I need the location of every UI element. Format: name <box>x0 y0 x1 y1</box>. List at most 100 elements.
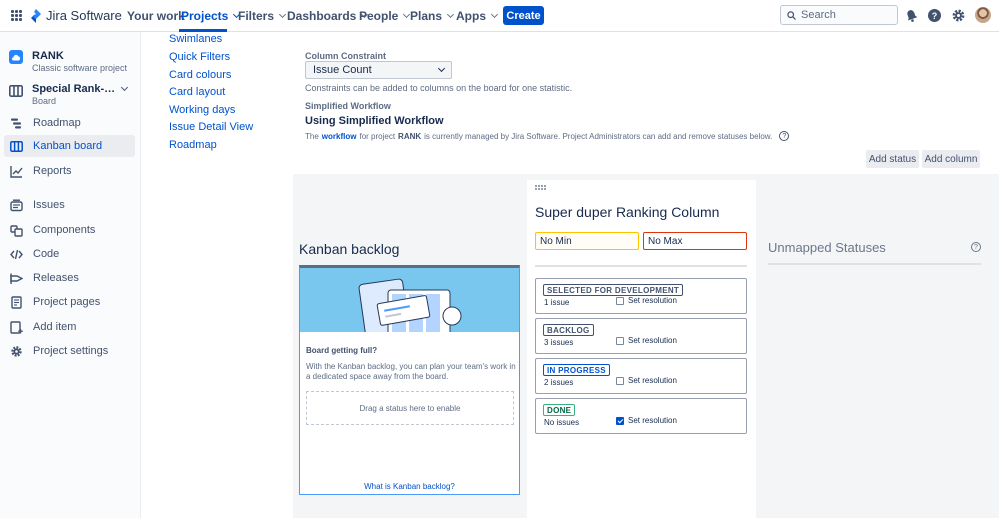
sidebar-item-components[interactable]: Components <box>4 219 135 241</box>
project-sidebar: RANK Classic software project Special Ra… <box>0 32 141 518</box>
sidebar-item-label: Reports <box>33 165 72 177</box>
sidebar-item-roadmap[interactable]: Roadmap <box>4 112 135 134</box>
sidebar-item-label: Code <box>33 248 60 260</box>
active-nav-indicator <box>179 29 227 32</box>
status-lozenge: IN PROGRESS <box>543 364 610 376</box>
backlog-drop-zone[interactable]: Drag a status here to enable <box>306 391 514 425</box>
top-navigation: Jira Software Your work Projects Filters… <box>0 0 999 32</box>
sidebar-item-project-settings[interactable]: Project settings <box>4 340 135 362</box>
issue-count: 2 issues <box>544 378 574 387</box>
project-header[interactable]: RANK Classic software project <box>9 50 127 73</box>
checkbox-icon <box>616 376 624 385</box>
pages-icon <box>11 295 22 309</box>
settings-link-issue-detail-view[interactable]: Issue Detail View <box>169 121 253 133</box>
sidebar-item-issues[interactable]: Issues <box>4 194 135 216</box>
workflow-description: The workflow for project RANK is current… <box>305 131 790 141</box>
workflow-link[interactable]: workflow <box>322 132 357 141</box>
notifications-icon[interactable] <box>904 8 919 23</box>
backlog-heading: Board getting full? <box>306 346 378 355</box>
roadmap-icon <box>11 118 21 128</box>
settings-link-card-layout[interactable]: Card layout <box>169 86 225 98</box>
settings-icon[interactable] <box>951 8 966 23</box>
settings-link-card-colours[interactable]: Card colours <box>169 69 231 81</box>
set-resolution-checkbox[interactable]: Set resolution <box>616 336 677 345</box>
drag-handle-icon[interactable] <box>535 185 546 190</box>
column-max-input[interactable]: No Max <box>643 232 747 250</box>
product-name: Jira Software <box>46 8 122 23</box>
status-card-selected-for-development[interactable]: SELECTED FOR DEVELOPMENT 1 issue Set res… <box>535 278 747 314</box>
status-card-in-progress[interactable]: IN PROGRESS 2 issues Set resolution <box>535 358 747 394</box>
settings-link-swimlanes[interactable]: Swimlanes <box>169 33 222 45</box>
sidebar-item-label: Add item <box>33 321 77 333</box>
chevron-down-icon <box>120 83 129 92</box>
sidebar-item-label: Components <box>33 224 96 236</box>
search-box[interactable] <box>780 5 898 25</box>
add-column-button[interactable]: Add column <box>922 150 980 168</box>
backlog-text: With the Kanban backlog, you can plan yo… <box>306 362 516 381</box>
nav-apps[interactable]: Apps <box>456 9 499 23</box>
checkbox-checked-icon <box>616 416 624 425</box>
issue-count: No issues <box>544 418 580 427</box>
add-item-icon <box>10 320 23 334</box>
status-lozenge: DONE <box>543 404 576 416</box>
set-resolution-checkbox[interactable]: Set resolution <box>616 416 677 425</box>
sidebar-item-label: Kanban board <box>33 140 103 152</box>
nav-projects[interactable]: Projects <box>181 9 241 23</box>
search-input[interactable] <box>801 9 891 21</box>
nav-filters[interactable]: Filters <box>238 9 287 23</box>
nav-people[interactable]: People <box>359 9 411 23</box>
chevron-down-icon <box>446 10 455 19</box>
sidebar-item-reports[interactable]: Reports <box>4 160 135 182</box>
board-label: Board <box>32 96 57 106</box>
settings-link-working-days[interactable]: Working days <box>169 104 235 116</box>
backlog-illustration <box>300 268 519 332</box>
constraint-select[interactable]: Issue Count <box>305 61 452 79</box>
status-card-done[interactable]: DONE No issues Set resolution <box>535 398 747 434</box>
help-icon[interactable]: ? <box>971 242 981 252</box>
create-button[interactable]: Create <box>503 6 544 25</box>
nav-dashboards[interactable]: Dashboards <box>287 9 369 23</box>
settings-icon <box>11 345 22 357</box>
components-icon <box>10 224 23 237</box>
board-name: Special Rank-o-matic <box>32 83 116 95</box>
settings-link-quick-filters[interactable]: Quick Filters <box>169 51 230 63</box>
releases-icon <box>10 273 23 284</box>
sidebar-item-project-pages[interactable]: Project pages <box>4 291 135 313</box>
set-resolution-checkbox[interactable]: Set resolution <box>616 376 677 385</box>
issue-count: 3 issues <box>544 338 574 347</box>
set-resolution-checkbox[interactable]: Set resolution <box>616 296 677 305</box>
settings-link-roadmap[interactable]: Roadmap <box>169 139 217 151</box>
app-switcher-icon[interactable] <box>11 10 22 21</box>
workflow-label: Simplified Workflow <box>305 101 391 111</box>
backlog-title: Kanban backlog <box>299 241 400 257</box>
sidebar-item-releases[interactable]: Releases <box>4 267 135 289</box>
chevron-down-icon <box>278 10 287 19</box>
kanban-backlog-card: Board getting full? With the Kanban back… <box>299 265 520 495</box>
help-icon[interactable]: ? <box>927 8 942 23</box>
unmapped-divider <box>768 263 981 265</box>
help-icon[interactable]: ? <box>779 131 790 141</box>
board-selector[interactable]: Special Rank-o-matic Board <box>9 83 133 106</box>
jira-logo[interactable]: Jira Software <box>30 8 122 23</box>
sidebar-item-kanban-board[interactable]: Kanban board <box>4 135 135 157</box>
nav-your-work[interactable]: Your work <box>127 9 185 23</box>
constraint-value: Issue Count <box>313 64 372 76</box>
add-status-button[interactable]: Add status <box>866 150 919 168</box>
status-lozenge: BACKLOG <box>543 324 594 336</box>
reports-icon <box>10 165 23 178</box>
nav-plans[interactable]: Plans <box>410 9 455 23</box>
user-avatar[interactable] <box>975 7 991 23</box>
sidebar-item-label: Project settings <box>33 345 109 357</box>
column-min-input[interactable]: No Min <box>535 232 639 250</box>
column-name[interactable]: Super duper Ranking Column <box>535 204 719 220</box>
sidebar-item-label: Releases <box>33 272 79 284</box>
checkbox-icon <box>616 296 624 305</box>
status-card-backlog[interactable]: BACKLOG 3 issues Set resolution <box>535 318 747 354</box>
sidebar-item-code[interactable]: Code <box>4 243 135 265</box>
chevron-down-icon <box>490 10 499 19</box>
backlog-help-link[interactable]: What is Kanban backlog? <box>300 482 519 491</box>
sidebar-item-label: Roadmap <box>33 117 81 129</box>
unmapped-statuses-title: Unmapped Statuses <box>768 240 886 255</box>
sidebar-item-add-item[interactable]: Add item <box>4 316 135 338</box>
board-icon <box>9 85 23 97</box>
